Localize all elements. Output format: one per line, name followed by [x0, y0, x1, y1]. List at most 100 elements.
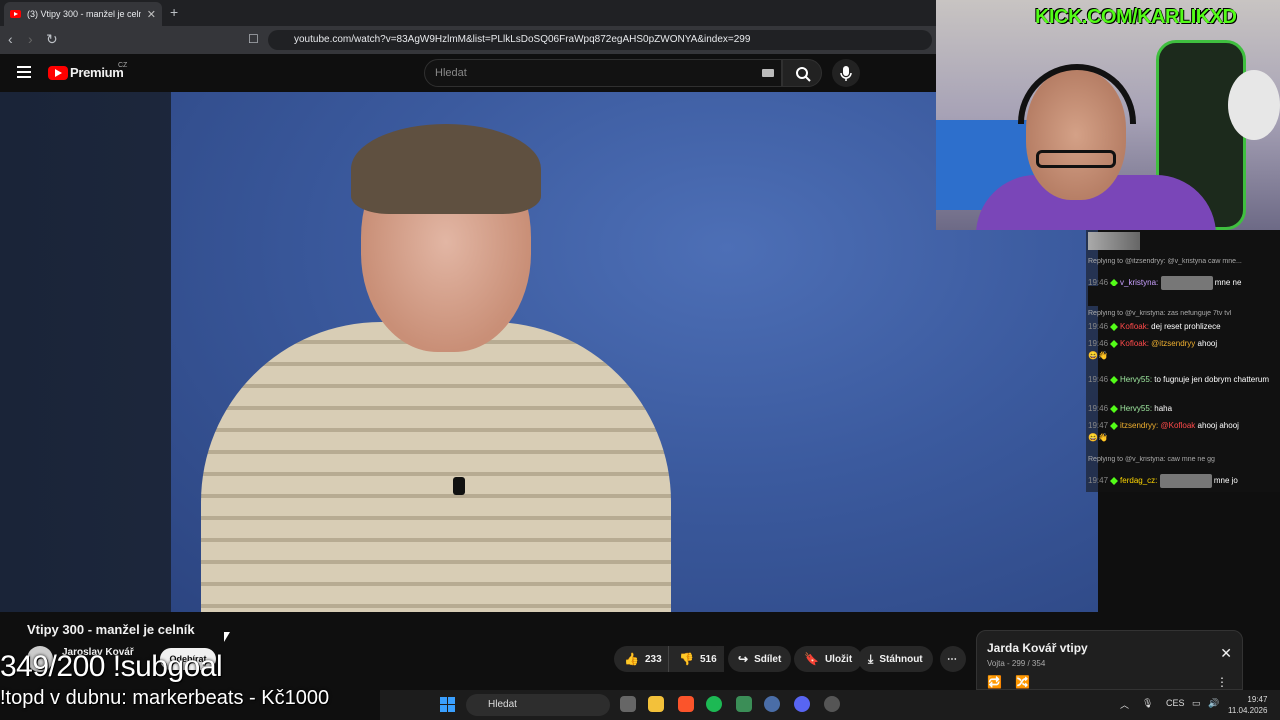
chat-message: 19:46 v_kristyna: mne ne: [1088, 276, 1278, 290]
chat-text: ahooj ahooj: [1197, 421, 1239, 430]
spotify-icon[interactable]: [706, 696, 722, 712]
video-title: Vtipy 300 - manžel je celník: [27, 622, 195, 637]
search-input[interactable]: Hledat: [424, 59, 782, 87]
thumbs-down-icon: 👎: [679, 652, 694, 666]
chat-emote: [1088, 286, 1116, 306]
menu-icon[interactable]: [17, 66, 31, 78]
chat-reply-line: Replying to @v_kristyna: caw mne ne gg: [1088, 456, 1215, 463]
topd-overlay: !topd v dubnu: markerbeats - Kč1000: [0, 687, 330, 709]
chat-message: 19:46 Hervy55: to fugnuje jen dobrym chat…: [1088, 375, 1278, 384]
chat-time: 19:47: [1088, 421, 1109, 430]
discord-icon[interactable]: [794, 696, 810, 712]
save-button[interactable]: 🔖 Uložit: [794, 646, 863, 672]
youtube-logo-text[interactable]: Premium: [70, 65, 124, 80]
kick-channel-url: KICK.COM/KARLIKXD: [1035, 6, 1237, 28]
share-label: Sdílet: [754, 653, 782, 665]
chat-message: 19:46 Hervy55: haha: [1088, 404, 1278, 413]
chat-message: 19:46 Kofloak: dej reset prohlizece: [1088, 322, 1278, 331]
new-tab-button[interactable]: +: [170, 4, 178, 20]
download-label: Stáhnout: [879, 653, 923, 665]
network-icon[interactable]: ▭: [1192, 698, 1201, 709]
chat-time: 19:46: [1088, 375, 1109, 384]
more-icon: ⋯: [947, 653, 957, 665]
bookmark-icon[interactable]: ☐: [248, 32, 259, 46]
bookmark-icon: 🔖: [804, 652, 819, 666]
more-actions-button[interactable]: ⋯: [940, 646, 966, 672]
brave-browser-icon[interactable]: [678, 696, 694, 712]
badge-icon: [1110, 322, 1118, 331]
chat-emote-row: 😄👋: [1088, 433, 1108, 442]
reload-icon[interactable]: ↻: [46, 31, 58, 48]
badge-icon: [1110, 375, 1118, 384]
windows-start-icon[interactable]: [440, 697, 455, 712]
app-icon[interactable]: [764, 696, 780, 712]
chat-user: v_kristyna:: [1120, 278, 1159, 288]
save-label: Uložit: [824, 653, 853, 665]
playlist-title[interactable]: Jarda Kovář vtipy: [987, 641, 1088, 655]
chat-reply-line: Replying to @v_kristyna: zas nefunguje 7…: [1088, 310, 1232, 317]
search-button[interactable]: [782, 59, 822, 87]
clock-date: 11.04.2026: [1228, 706, 1268, 715]
chat-text: mne ne: [1214, 278, 1242, 288]
tray-mic-icon[interactable]: 🎙: [1142, 698, 1153, 709]
shuffle-icon[interactable]: 🔀: [1015, 675, 1030, 689]
share-button[interactable]: ↪ Sdílet: [728, 646, 792, 672]
youtube-logo-icon[interactable]: [48, 66, 68, 80]
playlist-subtitle: Vojta - 299 / 354: [987, 659, 1046, 668]
tray-chevron-icon[interactable]: ︿: [1120, 698, 1129, 711]
tab-title: (3) Vtipy 300 - manžel je celn: [27, 9, 141, 19]
dislike-button[interactable]: 👎 516: [668, 646, 724, 672]
chat-emote: [1088, 232, 1140, 250]
chat-text: ahooj: [1197, 339, 1218, 348]
windows-taskbar: Hledat ︿ 🎙 CES ▭ 🔊 19:47 11.04.2026: [380, 690, 1280, 720]
forward-icon[interactable]: ›: [28, 31, 33, 47]
headset-icon: [1018, 64, 1136, 124]
chat-user: Kofloak:: [1120, 322, 1149, 331]
badge-icon: [1110, 421, 1118, 430]
lapel-microphone: [453, 477, 465, 495]
mouse-cursor-icon: [224, 632, 230, 642]
task-view-icon[interactable]: [620, 696, 636, 712]
stream-chat: Replying to @itzsendryy: @v_kristyna caw…: [1086, 230, 1280, 492]
chat-user: Kofloak:: [1120, 339, 1149, 348]
chat-message: 19:47 ferdag_cz: mne jo: [1088, 474, 1278, 488]
taskbar-search[interactable]: Hledat: [466, 694, 610, 716]
chat-user: ferdag_cz:: [1120, 476, 1158, 486]
badge-icon: [1110, 339, 1118, 348]
language-indicator[interactable]: CES: [1166, 698, 1185, 708]
tab-close-icon[interactable]: ✕: [147, 8, 156, 21]
file-explorer-icon[interactable]: [648, 696, 664, 712]
loop-icon[interactable]: 🔁: [987, 675, 1002, 689]
app-icon[interactable]: [824, 696, 840, 712]
chat-mention: @Kofloak: [1160, 421, 1196, 430]
chat-message: 19:47 itzsendryy: @Kofloak ahooj ahooj: [1088, 421, 1278, 430]
address-bar[interactable]: youtube.com/watch?v=83AgW9HzlmM&list=PLl…: [268, 30, 932, 50]
chat-time: 19:46: [1088, 404, 1109, 413]
share-icon: ↪: [738, 652, 749, 666]
clock-time: 19:47: [1247, 695, 1268, 704]
dislike-count: 516: [699, 653, 717, 665]
playlist-more-icon[interactable]: ⋮: [1216, 675, 1228, 689]
voice-search-button[interactable]: [832, 59, 860, 87]
badge-icon: [1110, 477, 1118, 485]
chat-mention: @itzsendryy: [1151, 339, 1196, 348]
video-person-hair: [351, 124, 541, 214]
chat-text: to fugnuje jen dobrym chatterum: [1154, 375, 1270, 384]
chat-emote: [1159, 474, 1212, 488]
chat-time: 19:46: [1088, 322, 1109, 331]
playlist-close-icon[interactable]: ✕: [1220, 645, 1232, 662]
taskbar-clock[interactable]: 19:47 11.04.2026: [1228, 694, 1267, 716]
download-button[interactable]: ⤓ Stáhnout: [858, 646, 933, 672]
badge-icon: [1110, 404, 1118, 413]
back-icon[interactable]: ‹: [8, 31, 13, 47]
streamer-webcam: [936, 0, 1280, 230]
chat-emote: [1160, 276, 1213, 290]
volume-icon[interactable]: 🔊: [1208, 698, 1219, 709]
app-icon[interactable]: [736, 696, 752, 712]
keyboard-icon[interactable]: [762, 69, 774, 77]
browser-tab[interactable]: (3) Vtipy 300 - manžel je celn ✕: [4, 2, 162, 26]
download-icon: ⤓: [868, 651, 874, 666]
chat-time: 19:47: [1088, 476, 1109, 486]
search-icon: [796, 67, 811, 82]
youtube-header: Premium CZ Hledat: [0, 54, 936, 92]
